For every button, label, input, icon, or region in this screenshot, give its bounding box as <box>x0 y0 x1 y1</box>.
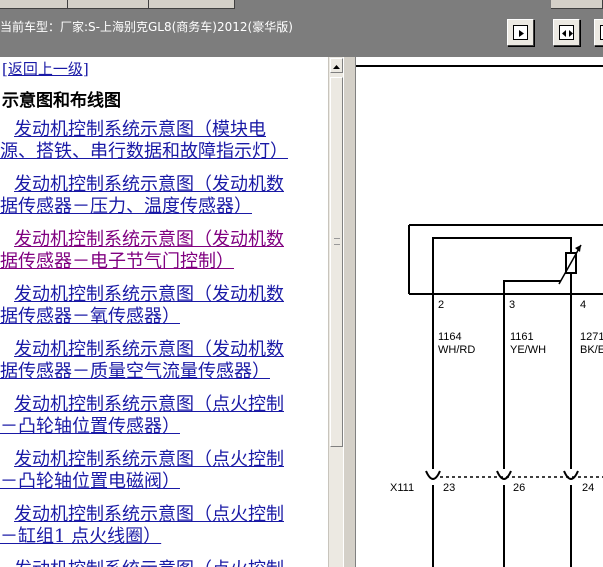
scroll-grip-icon <box>334 238 340 245</box>
link-line-1: 发动机控制系统示意图（发动机数 <box>14 229 284 250</box>
wiring-diagram-pane[interactable]: 2 3 4 1164 WH/RD 1161 YE/WH 1271 BK/E X1… <box>356 57 603 567</box>
link-line-1: 发动机控制系统示意图（发动机数 <box>14 284 284 305</box>
toolbar-tab-1[interactable] <box>0 0 68 9</box>
wire-color: YE/WH <box>510 344 546 356</box>
toolbar-tab-2[interactable] <box>68 0 149 9</box>
navigation-pane: [返回上一级] 示意图和布线图 发动机控制系统示意图（模块电 源、搭铁、串行数据… <box>0 57 328 567</box>
fit-width-button[interactable] <box>553 19 580 46</box>
fit-page-button[interactable] <box>507 19 534 46</box>
pin-label: 4 <box>580 299 586 311</box>
wiring-diagram: 2 3 4 1164 WH/RD 1161 YE/WH 1271 BK/E X1… <box>390 224 603 567</box>
wire-color: WH/RD <box>438 344 475 356</box>
pin-label: 2 <box>438 299 444 311</box>
connector-pin: 26 <box>513 482 525 494</box>
link-line-2: 据传感器－质量空气流量传感器） <box>0 361 270 382</box>
terminal-icon <box>425 470 441 480</box>
sensor-reference-wire <box>432 237 572 294</box>
left-pane-scrollbar[interactable] <box>328 57 343 567</box>
diagram-link[interactable]: 发动机控制系统示意图（点火控制 －凸轮轴位置传感器） <box>0 394 326 438</box>
sensor-signal-wire <box>503 280 561 294</box>
link-line-2: －凸轮轴位置电磁阀） <box>0 471 180 492</box>
link-line-1: 发动机控制系统示意图（点火控制 <box>14 394 284 415</box>
link-line-2: 据传感器－压力、温度传感器） <box>0 196 252 217</box>
scroll-thumb[interactable] <box>330 77 343 447</box>
pin-label: 3 <box>509 299 515 311</box>
link-line-1: 发动机控制系统示意图（点火控制 <box>14 504 284 525</box>
link-line-1: 发动机控制系统示意图（点火控制 <box>14 449 284 470</box>
vehicle-info: 当前车型：厂家:S-上海别克GL8(商务车)2012(豪华版) <box>0 20 293 34</box>
diagram-link[interactable]: 发动机控制系统示意图（模块电 源、搭铁、串行数据和故障指示灯） <box>0 119 326 163</box>
circuit-number: 1271 <box>580 331 603 343</box>
circuit-number: 1164 <box>438 331 462 343</box>
link-line-1: 发动机控制系统示意图（发动机数 <box>14 174 284 195</box>
link-line-2: 源、搭铁、串行数据和故障指示灯） <box>0 141 288 162</box>
connector-pin: 23 <box>443 482 455 494</box>
toolbar-tab-4[interactable] <box>551 0 603 9</box>
diagram-link[interactable]: 发动机控制系统示意图（点火控制 －缸组1 点火线圈） <box>0 504 326 548</box>
link-line-2: －缸组1 点火线圈） <box>0 526 162 547</box>
expand-button[interactable] <box>594 19 603 46</box>
link-line-2: －凸轮轴位置传感器） <box>0 416 180 437</box>
terminal-icon <box>563 470 579 480</box>
circuit-number: 1161 <box>510 331 534 343</box>
toolbar-tab-3[interactable] <box>149 0 235 9</box>
top-toolbar: 当前车型：厂家:S-上海别克GL8(商务车)2012(豪华版) <box>0 0 603 57</box>
diagram-link[interactable]: 发动机控制系统示意图（点火控制 －凸轮轴位置电磁阀） <box>0 449 326 493</box>
wire-color: BK/E <box>580 344 603 356</box>
scroll-up-arrow-icon <box>333 65 340 69</box>
link-line-1: 发动机控制系统示意图（点火控制 <box>0 559 326 567</box>
link-line-1: 发动机控制系统示意图（模块电 <box>14 119 266 140</box>
scroll-up-button[interactable] <box>330 58 343 73</box>
link-line-2: 据传感器－氧传感器） <box>0 306 180 327</box>
diagram-link[interactable]: 发动机控制系统示意图（发动机数 据传感器－质量空气流量传感器） <box>0 339 326 383</box>
connector-label: X111 <box>390 482 414 494</box>
diagram-link[interactable]: 发动机控制系统示意图（点火控制 <box>0 559 326 567</box>
section-title: 示意图和布线图 <box>2 91 121 111</box>
link-line-2: 据传感器－电子节气门控制） <box>0 251 234 272</box>
diagram-link-visited[interactable]: 发动机控制系统示意图（发动机数 据传感器－电子节气门控制） <box>0 229 326 273</box>
link-line-1: 发动机控制系统示意图（发动机数 <box>14 339 284 360</box>
diagram-link[interactable]: 发动机控制系统示意图（发动机数 据传感器－压力、温度传感器） <box>0 174 326 218</box>
fit-page-glyph <box>519 30 524 37</box>
connector-pin: 24 <box>582 482 594 494</box>
fit-width-glyph <box>562 30 573 37</box>
terminal-icon <box>496 470 512 480</box>
frame-splitter[interactable] <box>343 57 356 567</box>
diagram-link[interactable]: 发动机控制系统示意图（发动机数 据传感器－氧传感器） <box>0 284 326 328</box>
back-link[interactable]: [返回上一级] <box>2 58 89 79</box>
